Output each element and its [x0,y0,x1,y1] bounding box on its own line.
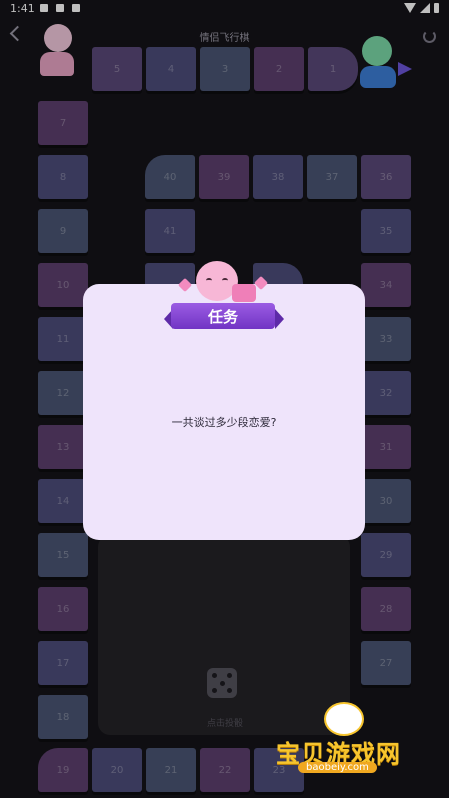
task-modal-title: 任务 [171,303,275,329]
gift-icon [232,284,256,302]
mascot-eye [222,278,228,283]
ribbon-tail [275,309,284,329]
mascot-eye [206,278,212,283]
watermark-logo-icon [324,702,364,736]
task-question: 一共谈过多少段恋爱? [171,416,277,429]
watermark-url: baobeiy.com [298,762,377,773]
